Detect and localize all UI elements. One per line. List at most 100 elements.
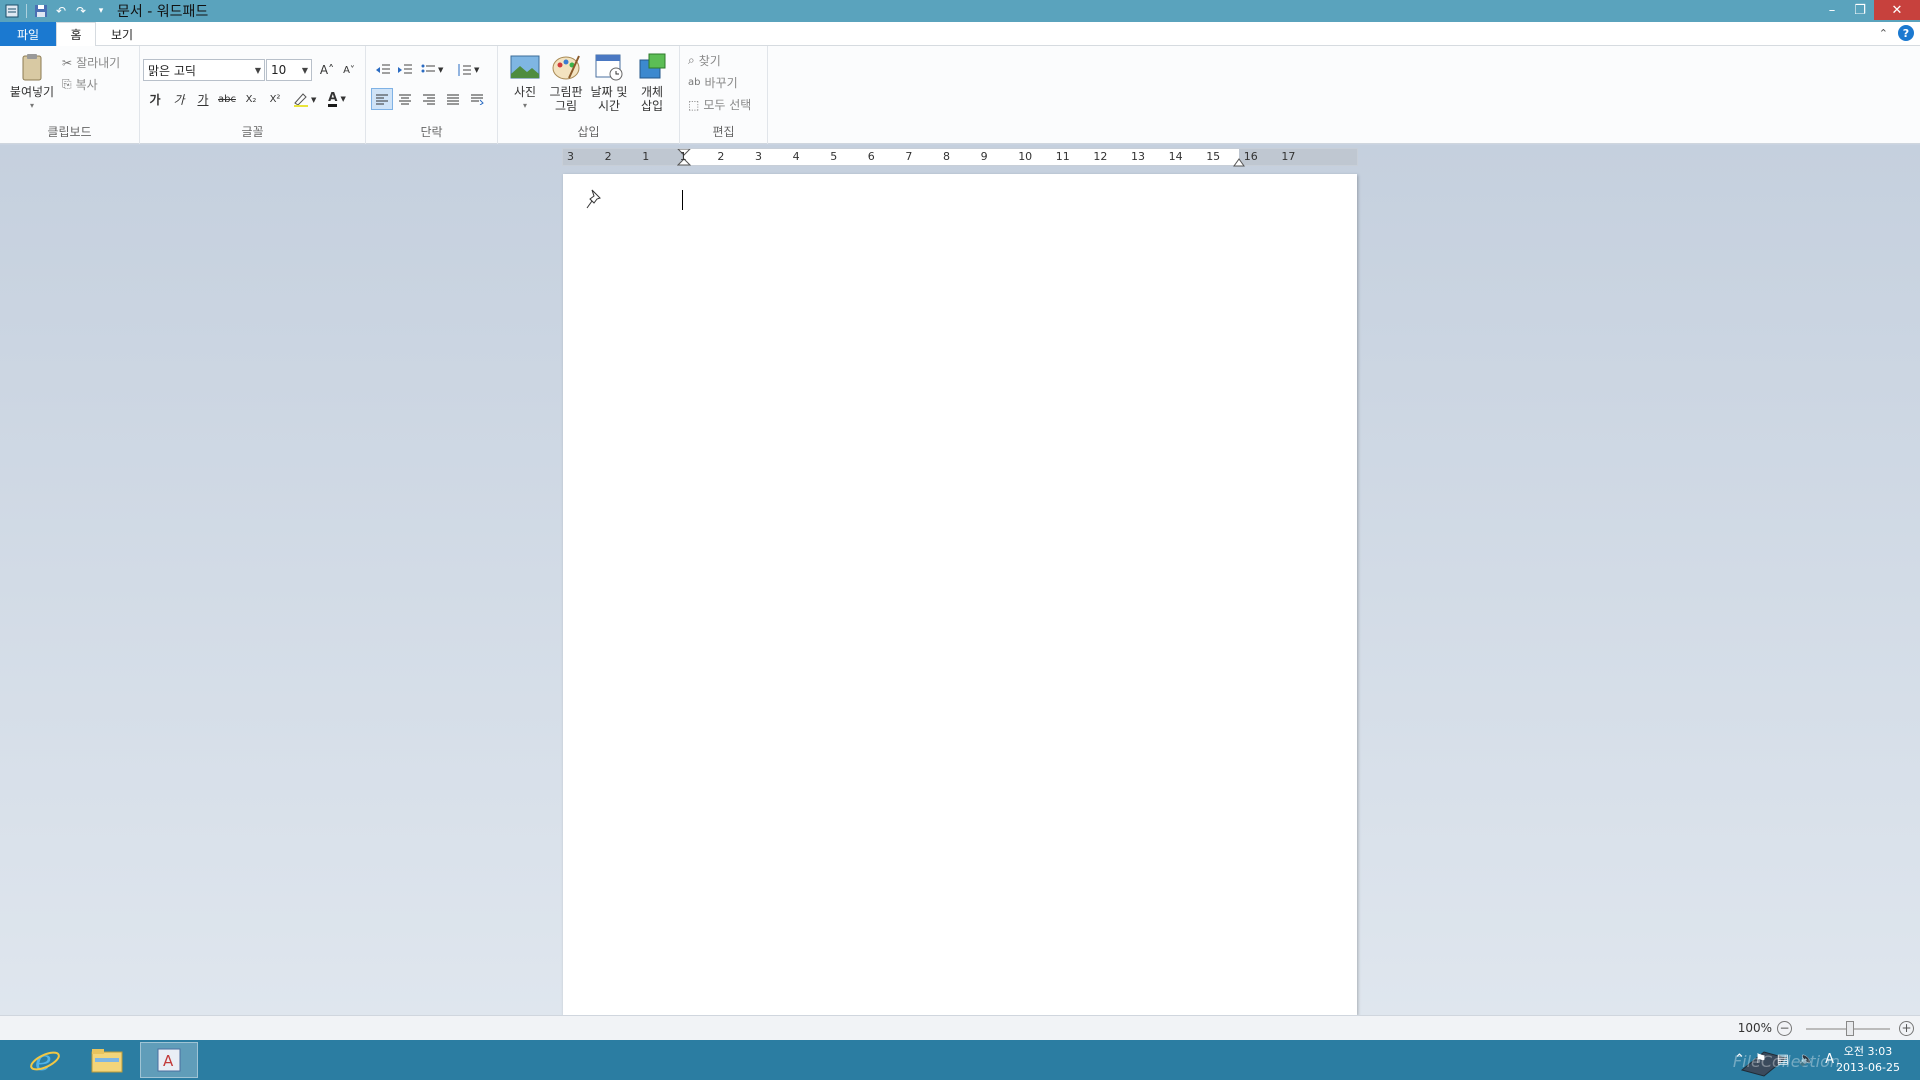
bullets-button[interactable]: ▼: [418, 59, 448, 81]
insert-picture-button[interactable]: 사진 ▾: [506, 52, 544, 113]
ruler-number: 4: [792, 150, 800, 163]
superscript-button[interactable]: X²: [264, 88, 286, 110]
font-size-select[interactable]: 10 ▼: [266, 59, 312, 81]
italic-button[interactable]: 가: [168, 88, 190, 110]
select-all-button[interactable]: ⬚ 모두 선택: [688, 96, 751, 113]
insert-datetime-label: 날짜 및 시간: [590, 85, 628, 113]
svg-text:▼: ▼: [474, 66, 480, 74]
wordpad-icon: A: [157, 1048, 181, 1072]
find-button[interactable]: ⌕ 찾기: [688, 52, 721, 69]
window-title: 문서 - 워드패드: [117, 4, 209, 20]
copy-button[interactable]: ⎘ 복사: [62, 76, 98, 93]
close-button[interactable]: ✕: [1874, 0, 1920, 20]
paint-palette-icon: [552, 55, 580, 80]
justify-icon: [447, 94, 459, 105]
strikethrough-button[interactable]: abc: [216, 88, 238, 110]
customize-qat-icon[interactable]: ▾: [91, 1, 111, 21]
decrease-indent-icon: [376, 64, 390, 74]
ribbon: 붙여넣기 ▾ ✂ 잘라내기 ⎘ 복사 클립보드 맑은 고딕 ▼ 10 ▼ A˄ …: [0, 46, 1920, 144]
clipboard-group: 붙여넣기 ▾ ✂ 잘라내기 ⎘ 복사 클립보드: [0, 46, 140, 144]
redo-icon[interactable]: ↷: [71, 1, 91, 21]
folder-icon: [91, 1049, 123, 1073]
quick-access-toolbar: ↶ ↷ ▾: [0, 0, 111, 22]
paste-button[interactable]: 붙여넣기 ▾: [6, 52, 58, 113]
show-hidden-icons-icon[interactable]: ⌃: [1734, 1052, 1745, 1067]
document-page[interactable]: [563, 174, 1357, 1015]
volume-icon[interactable]: 🔈: [1799, 1052, 1815, 1067]
align-right-button[interactable]: [418, 88, 440, 110]
align-left-icon: [376, 94, 388, 105]
taskbar: e A FileCollection ⌃ ⚑ ▤ 🔈 A 오전 3:03 201…: [0, 1040, 1920, 1080]
zoom-in-button[interactable]: +: [1899, 1021, 1914, 1036]
tab-view[interactable]: 보기: [100, 22, 144, 46]
highlight-button[interactable]: ▼: [290, 88, 320, 110]
minimize-ribbon-icon[interactable]: ⌃: [1879, 27, 1888, 40]
font-family-select[interactable]: 맑은 고딕 ▼: [143, 59, 265, 81]
align-left-button[interactable]: [371, 88, 393, 110]
subscript-button[interactable]: X₂: [240, 88, 262, 110]
ruler-number: 10: [1018, 150, 1033, 163]
zoom-slider-thumb[interactable]: [1846, 1021, 1854, 1036]
picture-icon: [510, 55, 540, 79]
clock[interactable]: 오전 3:03 2013-06-25: [1836, 1044, 1900, 1076]
taskbar-ie[interactable]: e: [16, 1042, 74, 1078]
taskbar-wordpad[interactable]: A: [140, 1042, 198, 1078]
ruler-number: 15: [1206, 150, 1221, 163]
save-icon[interactable]: [31, 1, 51, 21]
minimize-button[interactable]: –: [1818, 0, 1846, 20]
find-label: 찾기: [698, 54, 721, 68]
flag-icon[interactable]: ⚑: [1755, 1052, 1767, 1067]
calendar-clock-icon: [595, 54, 623, 81]
replace-button[interactable]: ab 바꾸기: [688, 74, 738, 91]
increase-indent-icon: [398, 64, 412, 74]
shrink-font-button[interactable]: A˅: [338, 59, 360, 81]
tab-home[interactable]: 홈: [56, 22, 96, 46]
ruler-number: 14: [1168, 150, 1183, 163]
insert-object-button[interactable]: 개체 삽입: [632, 52, 672, 113]
cut-button[interactable]: ✂ 잘라내기: [62, 54, 120, 71]
object-icon: [639, 53, 666, 79]
restore-button[interactable]: ❐: [1846, 0, 1874, 20]
svg-text:▼: ▼: [311, 96, 317, 104]
line-spacing-button[interactable]: ▼: [454, 59, 484, 81]
select-all-icon: ⬚: [688, 97, 700, 112]
replace-label: 바꾸기: [704, 76, 738, 90]
app-menu-icon[interactable]: [2, 1, 22, 21]
ime-indicator[interactable]: A: [1825, 1052, 1834, 1067]
insert-datetime-button[interactable]: 날짜 및 시간: [586, 52, 632, 113]
taskbar-file-explorer[interactable]: [78, 1042, 136, 1078]
ruler-number: 13: [1131, 150, 1145, 163]
underline-button[interactable]: 가: [192, 88, 214, 110]
ruler-number: 2: [604, 150, 612, 163]
insert-object-label: 개체 삽입: [640, 85, 664, 113]
ruler-number: 3: [567, 150, 574, 163]
ruler-number: 8: [943, 150, 950, 163]
decrease-indent-button[interactable]: [372, 59, 394, 81]
font-color-letter: A: [328, 91, 338, 107]
tab-file[interactable]: 파일: [0, 22, 56, 46]
grow-font-button[interactable]: A˄: [316, 59, 338, 81]
svg-text:▼: ▼: [438, 66, 444, 74]
paragraph-settings-button[interactable]: [466, 88, 488, 110]
justify-button[interactable]: [442, 88, 464, 110]
font-color-button[interactable]: A ▼: [322, 88, 352, 110]
insert-paint-drawing-label: 그림판 그림: [549, 85, 583, 113]
font-size-value: 10: [271, 63, 287, 77]
clock-time: 오전 3:03: [1843, 1045, 1893, 1058]
insert-paint-drawing-button[interactable]: 그림판 그림: [546, 52, 586, 113]
network-icon[interactable]: ▤: [1777, 1052, 1789, 1067]
align-center-button[interactable]: [394, 88, 416, 110]
ruler-number: 9: [980, 150, 988, 163]
font-family-value: 맑은 고딕: [148, 63, 196, 78]
ruler-number: 11: [1055, 150, 1070, 163]
paste-label: 붙여넣기: [9, 85, 55, 99]
bold-button[interactable]: 가: [144, 88, 166, 110]
increase-indent-button[interactable]: [394, 59, 416, 81]
ruler[interactable]: 3 2 1 1 2 3 4 5 6 7 8 9 10 11 12 13 14 15 16 17: [562, 148, 1358, 167]
select-all-label: 모두 선택: [703, 98, 752, 112]
undo-icon[interactable]: ↶: [51, 1, 71, 21]
svg-text:A: A: [163, 1052, 174, 1070]
zoom-out-button[interactable]: −: [1777, 1021, 1792, 1036]
help-icon[interactable]: ?: [1898, 25, 1914, 41]
pushpin-icon: [586, 189, 601, 209]
